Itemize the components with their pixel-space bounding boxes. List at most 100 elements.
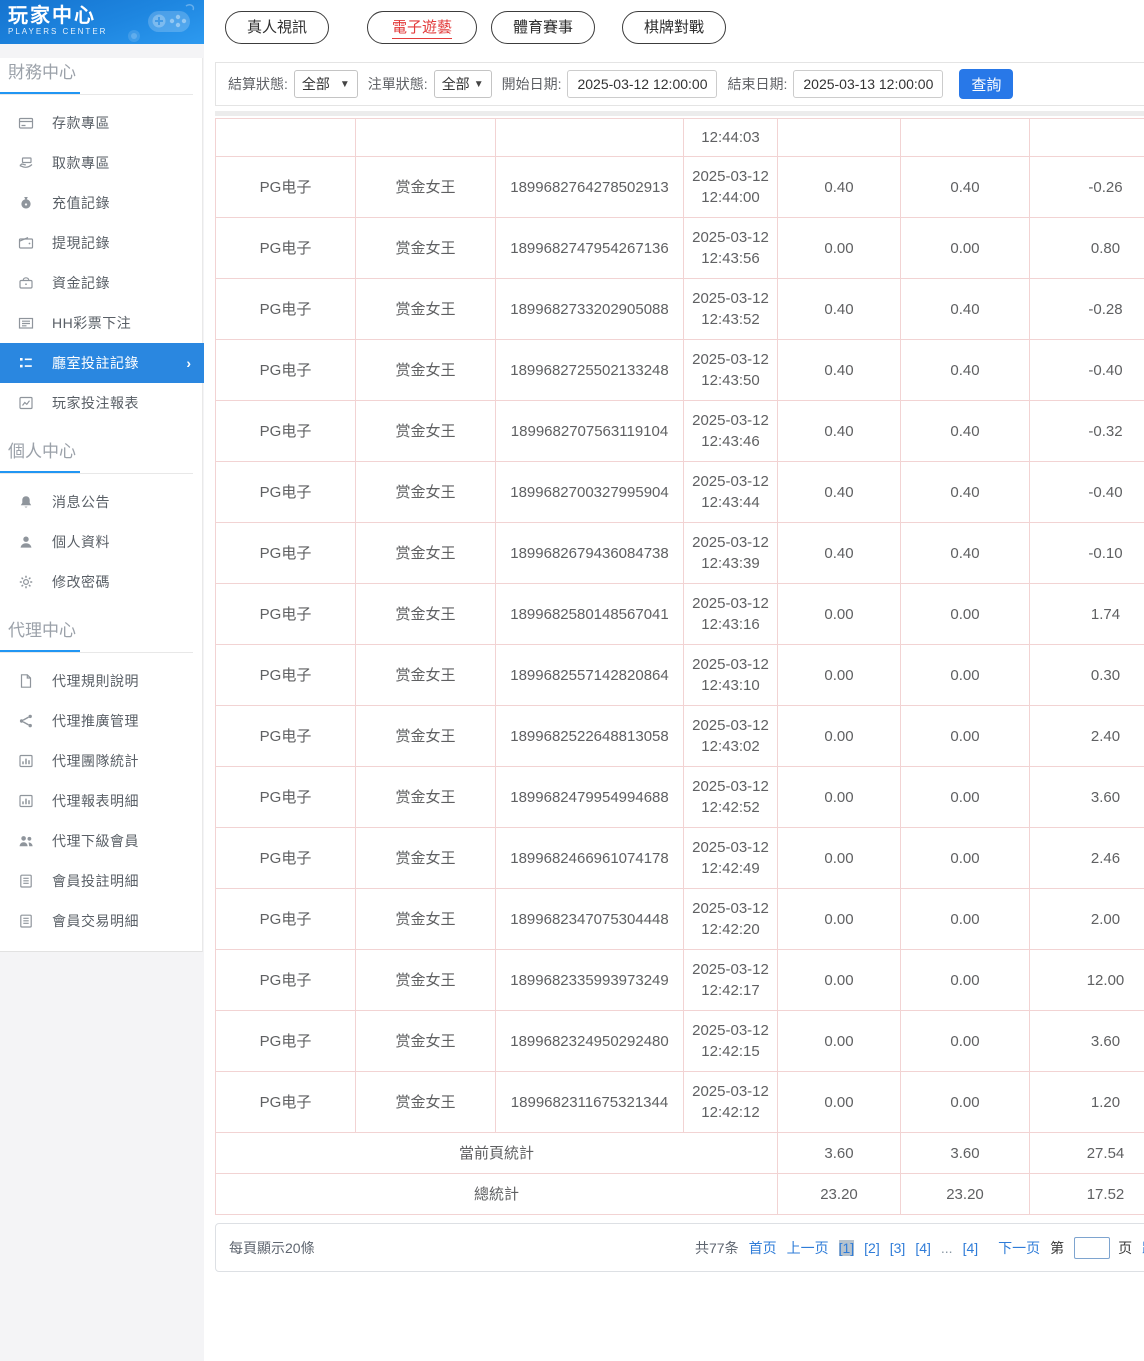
sidebar-section-title: 個人中心 bbox=[8, 442, 76, 461]
sidebar-item-personal-profile[interactable]: 個人資料 bbox=[0, 522, 204, 562]
table-row: PG电子 赏金女王 1899682324950292480 2025-03-12 12:… bbox=[215, 1010, 1144, 1072]
start-date-label: 開始日期: bbox=[501, 76, 562, 92]
page-link[interactable]: [3] bbox=[890, 1240, 906, 1256]
settle-status-select[interactable]: 全部 ▼ bbox=[293, 70, 358, 98]
win-loss-cell: 0.80 bbox=[1029, 217, 1144, 279]
page-number-links: [1] [2] [3] [4]... [4] bbox=[838, 1239, 989, 1256]
game-cell: 赏金女王 bbox=[355, 1071, 496, 1133]
sidebar-item-recharge-records[interactable]: 充值記錄 bbox=[0, 183, 204, 223]
bet-amount-cell: 0.00 bbox=[777, 583, 901, 645]
first-page-link[interactable]: 首页 bbox=[749, 1238, 777, 1258]
win-loss-cell: 3.60 bbox=[1029, 766, 1144, 828]
order-no-cell bbox=[495, 118, 684, 157]
time-cell: 2025-03-12 12:43:52 bbox=[683, 278, 778, 340]
game-cell: 赏金女王 bbox=[355, 400, 496, 462]
win-loss-cell: 0.30 bbox=[1029, 644, 1144, 706]
end-date-input[interactable] bbox=[793, 70, 944, 98]
bet-amount-cell: 0.00 bbox=[777, 949, 901, 1011]
provider-cell bbox=[215, 118, 356, 157]
time-cell: 2025-03-12 12:43:44 bbox=[683, 461, 778, 523]
summary-row: 總統計 23.20 23.20 17.52 bbox=[215, 1173, 1144, 1215]
time-cell: 2025-03-12 12:42:17 bbox=[683, 949, 778, 1011]
tab-sports-events[interactable]: 體育賽事 bbox=[491, 11, 596, 44]
game-cell: 赏金女王 bbox=[355, 644, 496, 706]
order-no-cell: 1899682707563119104 bbox=[495, 400, 684, 462]
win-loss-cell: -0.26 bbox=[1029, 156, 1144, 218]
sidebar-item-funds-records[interactable]: 資金記錄 bbox=[0, 263, 204, 303]
time-cell: 2025-03-12 12:43:50 bbox=[683, 339, 778, 401]
provider-cell: PG电子 bbox=[215, 583, 356, 645]
page-link[interactable]: [4] bbox=[915, 1240, 931, 1256]
order-no-cell: 1899682747954267136 bbox=[495, 217, 684, 279]
page-link-current[interactable]: [1] bbox=[838, 1239, 855, 1256]
users-icon bbox=[18, 833, 34, 849]
start-date-input[interactable] bbox=[567, 70, 718, 98]
sidebar-item-agent-sub-members[interactable]: 代理下級會員 bbox=[0, 821, 204, 861]
sidebar-item-hh-lottery-bets[interactable]: HH彩票下注 bbox=[0, 303, 204, 343]
page-link[interactable]: [4] bbox=[963, 1240, 979, 1256]
sidebar-item-deposit-zone[interactable]: 存款專區 bbox=[0, 103, 204, 143]
sidebar-item-announcements[interactable]: 消息公告 bbox=[0, 482, 204, 522]
sidebar-item-agent-report-detail[interactable]: 代理報表明細 bbox=[0, 781, 204, 821]
page-link[interactable]: [2] bbox=[864, 1240, 880, 1256]
provider-cell: PG电子 bbox=[215, 827, 356, 889]
prev-page-link[interactable]: 上一页 bbox=[787, 1238, 829, 1258]
tab-label: 棋牌對戰 bbox=[644, 19, 705, 36]
order-status-select[interactable]: 全部 ▼ bbox=[433, 70, 492, 98]
win-loss-cell: -0.40 bbox=[1029, 461, 1144, 523]
sidebar-item-change-password[interactable]: 修改密碼 bbox=[0, 562, 204, 602]
table-row: PG电子 赏金女王 1899682580148567041 2025-03-12 12:… bbox=[215, 583, 1144, 645]
user-icon bbox=[18, 534, 34, 550]
valid-bet-cell: 0.00 bbox=[900, 949, 1030, 1011]
time-cell: 12:44:03 bbox=[683, 118, 778, 157]
bet-amount-cell: 0.40 bbox=[777, 339, 901, 401]
win-loss-cell: 3.60 bbox=[1029, 1010, 1144, 1072]
sidebar-item-room-bet-records[interactable]: 廳室投註記錄 › bbox=[0, 343, 204, 383]
win-loss-cell: 1.20 bbox=[1029, 1071, 1144, 1133]
sidebar-item-withdraw-records[interactable]: 提現記錄 bbox=[0, 223, 204, 263]
jump-page-input[interactable] bbox=[1074, 1236, 1111, 1259]
sidebar-item-agent-rules[interactable]: 代理規則說明 bbox=[0, 661, 204, 701]
tab-electronic-games[interactable]: 電子遊藝 bbox=[367, 11, 478, 44]
page-size-text: 每頁顯示20條 bbox=[229, 1239, 315, 1256]
win-loss-cell: -0.40 bbox=[1029, 339, 1144, 401]
bet-amount-cell: 0.00 bbox=[777, 644, 901, 706]
sidebar-item-label: 代理規則說明 bbox=[52, 673, 139, 689]
order-no-cell: 1899682324950292480 bbox=[495, 1010, 684, 1072]
game-cell: 赏金女王 bbox=[355, 461, 496, 523]
sidebar-item-agent-promotion[interactable]: 代理推廣管理 bbox=[0, 701, 204, 741]
valid-bet-cell: 0.00 bbox=[900, 766, 1030, 828]
provider-cell: PG电子 bbox=[215, 461, 356, 523]
clipboard-icon bbox=[18, 913, 34, 929]
tab-board-card-battle[interactable]: 棋牌對戰 bbox=[622, 11, 727, 44]
bet-amount-cell: 0.00 bbox=[777, 766, 901, 828]
sidebar-item-member-bet-detail[interactable]: 會員投註明細 bbox=[0, 861, 204, 901]
bet-amount-cell: 0.00 bbox=[777, 888, 901, 950]
sidebar-item-player-bet-report[interactable]: 玩家投注報表 bbox=[0, 383, 204, 423]
query-button[interactable]: 查詢 bbox=[959, 69, 1014, 99]
table-row: PG电子 赏金女王 1899682347075304448 2025-03-12 12:… bbox=[215, 888, 1144, 950]
next-page-link[interactable]: 下一页 bbox=[998, 1238, 1040, 1258]
tab-label: 體育賽事 bbox=[513, 19, 574, 36]
sidebar-item-member-transaction-detail[interactable]: 會員交易明細 bbox=[0, 901, 204, 941]
provider-cell: PG电子 bbox=[215, 888, 356, 950]
tab-live-video[interactable]: 真人視訊 bbox=[225, 11, 330, 44]
provider-cell: PG电子 bbox=[215, 278, 356, 340]
sidebar-item-withdraw-zone[interactable]: 取款專區 bbox=[0, 143, 204, 183]
game-cell: 赏金女王 bbox=[355, 766, 496, 828]
sidebar-item-agent-team-stats[interactable]: 代理團隊統計 bbox=[0, 741, 204, 781]
provider-cell: PG电子 bbox=[215, 644, 356, 706]
time-cell: 2025-03-12 12:42:15 bbox=[683, 1010, 778, 1072]
wallet-icon bbox=[18, 235, 34, 251]
summary-row: 當前頁統計 3.60 3.60 27.54 bbox=[215, 1132, 1144, 1174]
table-row: PG电子 赏金女王 1899682466961074178 2025-03-12 12:… bbox=[215, 827, 1144, 889]
chevron-down-icon: ▼ bbox=[339, 78, 350, 90]
game-cell: 赏金女王 bbox=[355, 705, 496, 767]
order-no-cell: 1899682679436084738 bbox=[495, 522, 684, 584]
valid-bet-cell: 0.00 bbox=[900, 217, 1030, 279]
provider-cell: PG电子 bbox=[215, 766, 356, 828]
valid-bet-cell: 0.00 bbox=[900, 827, 1030, 889]
summary-label-cell: 當前頁統計 bbox=[215, 1132, 778, 1174]
chevron-down-icon: ▼ bbox=[473, 78, 484, 90]
table-row: PG电子 赏金女王 1899682764278502913 2025-03-12 12:… bbox=[215, 156, 1144, 218]
